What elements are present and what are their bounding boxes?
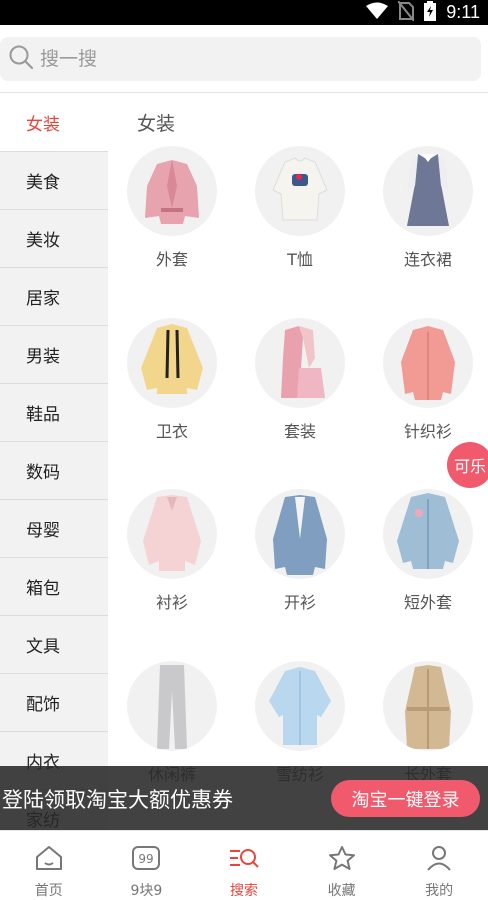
- subcategory-item[interactable]: 连衣裙: [364, 146, 488, 270]
- tab-search[interactable]: 搜索: [195, 831, 293, 900]
- blue-cardigan-icon: [255, 489, 345, 579]
- sidebar-item-shoes[interactable]: 鞋品: [0, 384, 108, 442]
- hoodie-icon: [127, 318, 217, 408]
- taobao-login-button[interactable]: 淘宝一键登录: [331, 780, 480, 817]
- category-content: 女装 外套 T恤 连衣裙 卫衣 套装 针织衫 衬衫 开衫 短外套: [108, 94, 488, 830]
- user-icon: [424, 845, 454, 875]
- blouse-icon: [127, 489, 217, 579]
- bottom-tab-bar: 首页 99 9块9 搜索 收藏 我的: [0, 830, 488, 900]
- pink-jacket-icon: [127, 146, 217, 236]
- wifi-icon: [366, 2, 389, 24]
- subcategory-item[interactable]: 短外套: [364, 489, 488, 613]
- pants-icon: [127, 661, 217, 751]
- sidebar-item-beauty[interactable]: 美妆: [0, 210, 108, 268]
- outfit-set-icon: [255, 318, 345, 408]
- category-sidebar: 女装 美食 美妆 居家 男装 鞋品 数码 母婴 箱包 文具 配饰 内衣 家纺: [0, 94, 108, 830]
- search-input[interactable]: [40, 48, 440, 70]
- sidebar-item-digital[interactable]: 数码: [0, 442, 108, 500]
- subcategory-item[interactable]: 外套: [108, 146, 236, 270]
- search-box[interactable]: [0, 37, 481, 81]
- trench-coat-icon: [383, 661, 473, 751]
- search-icon: [8, 44, 34, 74]
- sidebar-item-women[interactable]: 女装: [0, 94, 108, 152]
- chiffon-shirt-icon: [255, 661, 345, 751]
- battery-charging-icon: [424, 0, 437, 25]
- knit-cardigan-icon: [383, 318, 473, 408]
- sidebar-item-food[interactable]: 美食: [0, 152, 108, 210]
- tab-mine[interactable]: 我的: [390, 831, 488, 900]
- sidebar-item-stationery[interactable]: 文具: [0, 616, 108, 674]
- denim-jacket-icon: [383, 489, 473, 579]
- subcategory-item[interactable]: 衬衫: [108, 489, 236, 613]
- subcategory-item[interactable]: 套装: [236, 318, 364, 442]
- search-bar: [0, 25, 488, 93]
- status-bar: 9:11: [0, 0, 488, 25]
- no-sim-icon: [397, 0, 416, 25]
- subcategory-item[interactable]: 开衫: [236, 489, 364, 613]
- tab-home[interactable]: 首页: [0, 831, 98, 900]
- banner-text: 登陆领取淘宝大额优惠券: [2, 788, 233, 812]
- status-time: 9:11: [446, 2, 480, 22]
- nine-nine-icon: 99: [131, 845, 161, 875]
- sidebar-item-bags[interactable]: 箱包: [0, 558, 108, 616]
- search-filter-icon: [228, 845, 260, 875]
- floating-badge[interactable]: 可乐: [447, 442, 488, 488]
- subcategory-item[interactable]: 卫衣: [108, 318, 236, 442]
- home-icon: [34, 845, 64, 875]
- subcategory-item[interactable]: T恤: [236, 146, 364, 270]
- section-title: 女装: [137, 113, 176, 135]
- tshirt-icon: [255, 146, 345, 236]
- star-icon: [327, 845, 357, 875]
- tab-nine-nine[interactable]: 99 9块9: [98, 831, 196, 900]
- sidebar-item-baby[interactable]: 母婴: [0, 500, 108, 558]
- subcategory-item[interactable]: 针织衫: [364, 318, 488, 442]
- svg-text:99: 99: [139, 852, 154, 866]
- sidebar-item-home[interactable]: 居家: [0, 268, 108, 326]
- tab-favorites[interactable]: 收藏: [293, 831, 391, 900]
- login-promo-banner: 登陆领取淘宝大额优惠券 淘宝一键登录: [0, 766, 488, 830]
- sidebar-item-men[interactable]: 男装: [0, 326, 108, 384]
- dress-icon: [383, 146, 473, 236]
- sidebar-item-accessories[interactable]: 配饰: [0, 674, 108, 732]
